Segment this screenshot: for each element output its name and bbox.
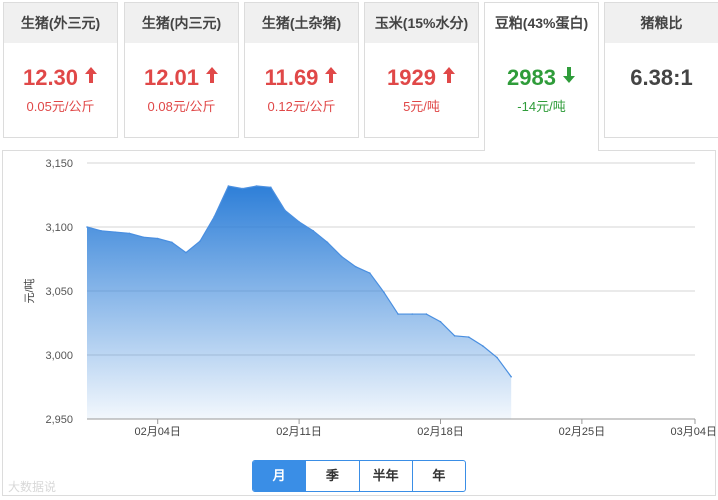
data-point xyxy=(284,209,286,212)
card-change: -14元/吨 xyxy=(517,99,566,114)
data-point xyxy=(298,221,300,223)
arrow-up-icon xyxy=(324,65,338,91)
data-point xyxy=(383,291,385,294)
data-point xyxy=(453,335,456,337)
card-pig-native[interactable]: 生猪(土杂猪) 11.69 0.12元/公斤 xyxy=(244,2,359,138)
x-tick-label: 02月18日 xyxy=(417,426,463,438)
data-point xyxy=(411,313,414,315)
data-point xyxy=(482,345,484,347)
tab-year[interactable]: 年 xyxy=(411,461,465,491)
data-point xyxy=(312,230,315,232)
y-tick-label: 3,050 xyxy=(45,286,73,298)
data-point xyxy=(397,313,399,315)
price-area-chart: 2,950 3,000 3,050 3,100 3,150 02月04日 02月11日 02月… xyxy=(23,158,715,438)
period-tabs: 月 季 半年 年 xyxy=(252,460,466,492)
price-cards: 生猪(外三元) 12.30 0.05元/公斤 生猪(内三元) 12.01 0.0… xyxy=(0,0,718,151)
card-pig-outer[interactable]: 生猪(外三元) 12.30 0.05元/公斤 xyxy=(3,2,118,138)
card-value: 12.01 xyxy=(125,65,238,91)
y-tick-label: 3,000 xyxy=(45,350,73,362)
card-change: 0.05元/公斤 xyxy=(26,99,95,114)
x-tick-label: 02月11日 xyxy=(276,426,322,438)
x-tick-label: 02月25日 xyxy=(559,426,605,438)
area-fill xyxy=(87,186,512,419)
tab-month[interactable]: 月 xyxy=(253,461,306,491)
card-value: 1929 xyxy=(365,65,478,91)
data-point xyxy=(368,272,371,274)
card-title: 猪粮比 xyxy=(605,3,718,43)
card-change xyxy=(605,99,718,115)
x-tick-label: 03月04日 xyxy=(671,426,715,438)
y-tick-label: 3,100 xyxy=(45,222,73,234)
tab-quarter[interactable]: 季 xyxy=(305,461,358,491)
data-point xyxy=(510,375,512,378)
data-point xyxy=(128,232,131,235)
card-change: 0.12元/公斤 xyxy=(267,99,336,114)
data-point xyxy=(227,185,230,187)
card-pig-inner[interactable]: 生猪(内三元) 12.01 0.08元/公斤 xyxy=(124,2,239,138)
data-point xyxy=(270,186,272,189)
y-axis-label: 元/吨 xyxy=(23,278,36,303)
chart-panel: 2,950 3,000 3,050 3,100 3,150 02月04日 02月11日 02月… xyxy=(2,150,716,496)
data-point xyxy=(213,215,216,218)
data-point xyxy=(199,240,201,242)
data-point xyxy=(467,336,470,338)
data-point xyxy=(255,185,258,187)
card-value: 11.69 xyxy=(245,65,358,91)
card-soybean-meal[interactable]: 豆粕(43%蛋白) 2983 -14元/吨 xyxy=(484,2,599,151)
card-change: 0.08元/公斤 xyxy=(147,99,216,114)
data-point xyxy=(496,356,498,359)
y-tick-label: 2,950 xyxy=(45,414,73,426)
y-tick-label: 3,150 xyxy=(45,158,73,170)
card-value: 12.30 xyxy=(4,65,117,91)
card-title: 生猪(土杂猪) xyxy=(245,3,358,43)
tab-half-year[interactable]: 半年 xyxy=(358,461,412,491)
data-point xyxy=(439,320,442,323)
data-point xyxy=(185,251,187,254)
card-pig-grain-ratio[interactable]: 猪粮比 6.38:1 xyxy=(604,2,718,138)
watermark: 大数据说 xyxy=(8,480,57,494)
data-point xyxy=(326,241,329,244)
data-point xyxy=(425,313,428,315)
card-value: 2983 xyxy=(485,65,598,91)
data-point xyxy=(86,226,88,228)
arrow-up-icon xyxy=(84,65,98,91)
card-title: 玉米(15%水分) xyxy=(365,3,478,43)
data-point xyxy=(156,237,159,240)
x-tick-label: 02月04日 xyxy=(134,426,180,438)
data-point xyxy=(171,241,173,244)
arrow-down-icon xyxy=(562,65,576,91)
data-point xyxy=(354,265,357,268)
card-title: 豆粕(43%蛋白) xyxy=(485,3,598,43)
card-value: 6.38:1 xyxy=(630,65,693,90)
data-point xyxy=(241,187,244,190)
arrow-up-icon xyxy=(442,65,456,91)
data-point xyxy=(100,230,102,232)
data-point xyxy=(114,231,117,233)
data-point xyxy=(142,236,145,239)
card-change: 5元/吨 xyxy=(403,99,440,114)
card-corn[interactable]: 玉米(15%水分) 1929 5元/吨 xyxy=(364,2,479,138)
arrow-up-icon xyxy=(205,65,219,91)
card-title: 生猪(内三元) xyxy=(125,3,238,43)
card-title: 生猪(外三元) xyxy=(4,3,117,43)
data-point xyxy=(340,255,343,258)
